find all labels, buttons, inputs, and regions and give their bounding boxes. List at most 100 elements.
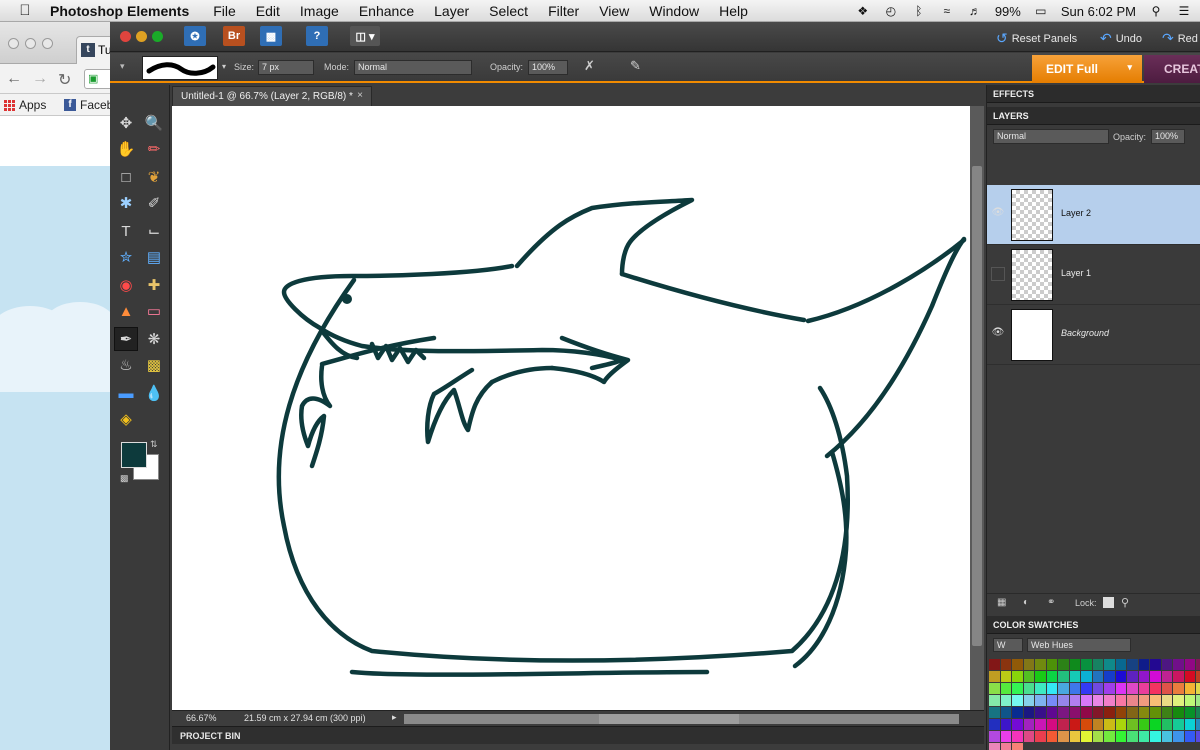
color-swatch[interactable] — [1115, 659, 1126, 670]
color-swatch[interactable] — [1012, 659, 1023, 670]
link-layers-icon[interactable]: ⚭ — [1047, 597, 1055, 608]
menu-image[interactable]: Image — [300, 3, 339, 19]
color-swatch[interactable] — [1184, 683, 1195, 694]
color-swatch[interactable] — [1000, 707, 1011, 718]
color-swatch[interactable] — [1196, 707, 1200, 718]
color-swatch[interactable] — [1081, 683, 1092, 694]
save-icon[interactable]: ▩ — [260, 26, 282, 46]
vertical-scrollbar[interactable] — [970, 106, 984, 711]
color-swatch[interactable] — [1196, 659, 1200, 670]
color-swatch[interactable] — [1023, 671, 1034, 682]
color-swatch[interactable] — [1000, 719, 1011, 730]
layer-item-layer-1[interactable]: Layer 1 — [987, 245, 1200, 305]
color-swatch[interactable] — [1104, 707, 1115, 718]
color-swatch[interactable] — [1092, 707, 1103, 718]
color-swatch[interactable] — [1196, 731, 1200, 742]
swatch-grid[interactable] — [987, 659, 1200, 750]
color-swatch[interactable] — [1184, 659, 1195, 670]
reload-icon[interactable]: ↻ — [58, 70, 71, 90]
color-swatch[interactable] — [989, 671, 1000, 682]
battery-icon[interactable]: ▭ — [1033, 4, 1049, 18]
color-swatch[interactable] — [1115, 671, 1126, 682]
volume-icon[interactable]: ♬ — [967, 4, 983, 18]
color-swatch[interactable] — [1000, 743, 1011, 750]
color-swatch[interactable] — [1081, 719, 1092, 730]
color-swatch[interactable] — [1138, 695, 1149, 706]
color-swatch[interactable] — [989, 683, 1000, 694]
lasso-tool-icon[interactable]: ❦ — [142, 165, 166, 189]
battery-percent[interactable]: 99% — [995, 4, 1021, 19]
paint-bucket-tool-icon[interactable]: ♨ — [114, 353, 138, 377]
color-swatch[interactable] — [1058, 659, 1069, 670]
color-swatch[interactable] — [1012, 719, 1023, 730]
color-swatch[interactable] — [1069, 671, 1080, 682]
document-canvas-area[interactable] — [172, 106, 984, 711]
color-swatch[interactable] — [1069, 719, 1080, 730]
color-swatch[interactable] — [1012, 707, 1023, 718]
color-swatch[interactable] — [1184, 695, 1195, 706]
airbrush-icon[interactable]: ✗ — [584, 58, 595, 74]
gradient-tool-icon[interactable]: ▩ — [142, 353, 166, 377]
color-swatch[interactable] — [1173, 719, 1184, 730]
menu-layer[interactable]: Layer — [434, 3, 469, 19]
color-swatch[interactable] — [1127, 671, 1138, 682]
color-swatch[interactable] — [1012, 695, 1023, 706]
layer-opacity-field[interactable]: 100% — [1151, 129, 1185, 144]
color-swatch[interactable] — [1138, 659, 1149, 670]
color-swatch[interactable] — [1127, 659, 1138, 670]
color-swatch[interactable] — [1058, 671, 1069, 682]
color-swatch[interactable] — [1092, 719, 1103, 730]
color-swatch[interactable] — [1046, 731, 1057, 742]
color-swatch[interactable] — [1104, 683, 1115, 694]
color-swatch[interactable] — [1081, 671, 1092, 682]
color-swatch[interactable] — [1115, 719, 1126, 730]
color-swatch[interactable] — [1184, 719, 1195, 730]
color-swatch[interactable] — [1161, 707, 1172, 718]
zoom-button[interactable] — [152, 31, 163, 42]
color-swatch[interactable] — [1115, 707, 1126, 718]
color-swatch[interactable] — [1069, 659, 1080, 670]
color-swatch[interactable] — [1104, 719, 1115, 730]
straighten-tool-icon[interactable]: ▤ — [142, 245, 166, 269]
color-swatch[interactable] — [1150, 731, 1161, 742]
color-swatch[interactable] — [1104, 659, 1115, 670]
color-swatch[interactable] — [1127, 731, 1138, 742]
magic-wand-tool-icon[interactable]: ✱ — [114, 191, 138, 215]
color-swatch[interactable] — [1138, 719, 1149, 730]
lock-transparency-icon[interactable] — [1103, 597, 1114, 608]
color-swatch[interactable] — [1173, 671, 1184, 682]
close-document-icon[interactable]: × — [357, 90, 363, 101]
color-swatch[interactable] — [1092, 731, 1103, 742]
app-menu[interactable]: Photoshop Elements — [50, 3, 189, 19]
menu-filter[interactable]: Filter — [548, 3, 579, 19]
color-swatch[interactable] — [1058, 683, 1069, 694]
color-swatch[interactable] — [1173, 695, 1184, 706]
hand-tool-icon[interactable]: ✋ — [114, 137, 138, 161]
help-button[interactable]: ? — [306, 26, 328, 46]
color-swatch[interactable] — [1069, 683, 1080, 694]
browser-minimize-button[interactable] — [25, 38, 36, 49]
color-swatch[interactable] — [1058, 695, 1069, 706]
color-swatch[interactable] — [1035, 659, 1046, 670]
color-swatch[interactable] — [1196, 719, 1200, 730]
color-swatch[interactable] — [1012, 683, 1023, 694]
color-swatch[interactable] — [1081, 707, 1092, 718]
visibility-eye-icon[interactable]: 👁 — [991, 207, 1005, 221]
color-swatch[interactable] — [1069, 707, 1080, 718]
color-swatch[interactable] — [1150, 671, 1161, 682]
edit-mode-dropdown-icon[interactable]: ▾ — [1127, 62, 1132, 73]
color-swatch[interactable] — [1150, 695, 1161, 706]
color-swatch[interactable] — [1104, 671, 1115, 682]
color-swatch[interactable] — [1161, 683, 1172, 694]
color-swatch[interactable] — [1150, 719, 1161, 730]
default-colors-icon[interactable]: ▩ — [120, 473, 129, 484]
browser-close-button[interactable] — [8, 38, 19, 49]
visibility-eye-icon[interactable]: 👁 — [991, 327, 1005, 341]
clock[interactable]: Sun 6:02 PM — [1061, 4, 1136, 19]
smart-brush-tool-icon[interactable]: ❋ — [142, 327, 166, 351]
color-swatch[interactable] — [1115, 695, 1126, 706]
horizontal-scroll-thumb[interactable] — [599, 714, 739, 724]
bookmark-facebook[interactable]: f Faceb — [64, 98, 113, 112]
adjustment-layer-icon[interactable]: ◐ — [1023, 597, 1029, 608]
bookmark-apps[interactable]: Apps — [4, 98, 46, 112]
